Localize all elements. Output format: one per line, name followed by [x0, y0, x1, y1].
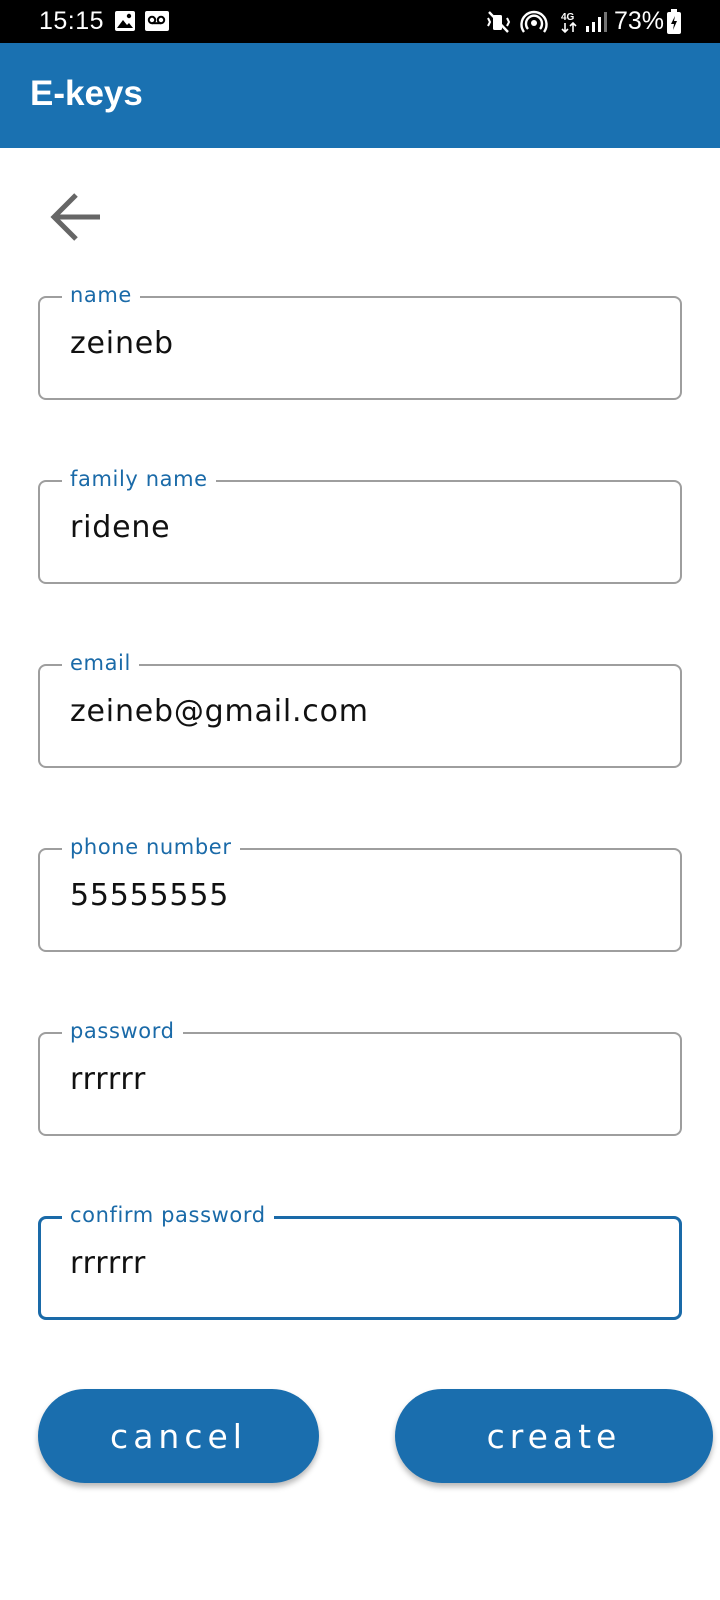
confirm-password-value[interactable]: rrrrrr — [70, 1246, 146, 1281]
family-name-field[interactable]: family name ridene — [38, 467, 682, 584]
app-title: E-keys — [30, 74, 143, 113]
arrow-left-icon — [48, 191, 104, 247]
name-field[interactable]: name zeineb — [38, 283, 682, 400]
email-label: email — [62, 651, 139, 675]
svg-text:4G: 4G — [561, 12, 575, 23]
name-label: name — [62, 283, 140, 307]
status-bar: 15:15 4G 73% — [0, 0, 720, 43]
battery-percentage: 73% — [614, 7, 665, 35]
hotspot-icon — [520, 10, 548, 41]
password-field[interactable]: password rrrrrr — [38, 1019, 682, 1136]
image-icon — [114, 10, 136, 39]
battery-icon — [666, 9, 682, 42]
network-4g-icon: 4G — [560, 10, 580, 41]
cancel-button[interactable]: cancel — [38, 1389, 319, 1483]
phone-number-label: phone number — [62, 835, 240, 859]
create-button[interactable]: create — [395, 1389, 713, 1483]
phone-number-value[interactable]: 55555555 — [70, 878, 229, 913]
app-bar: E-keys — [0, 43, 720, 148]
name-value[interactable]: zeineb — [70, 326, 174, 361]
password-label: password — [62, 1019, 183, 1043]
family-name-label: family name — [62, 467, 216, 491]
password-value[interactable]: rrrrrr — [70, 1062, 146, 1097]
status-time: 15:15 — [39, 7, 105, 35]
confirm-password-field[interactable]: confirm password rrrrrr — [38, 1203, 682, 1320]
signal-icon — [584, 10, 608, 41]
phone-number-field[interactable]: phone number 55555555 — [38, 835, 682, 952]
email-value[interactable]: zeineb@gmail.com — [70, 694, 369, 729]
email-field[interactable]: email zeineb@gmail.com — [38, 651, 682, 768]
mute-icon — [486, 10, 512, 41]
family-name-value[interactable]: ridene — [70, 510, 170, 545]
back-button[interactable] — [40, 183, 112, 255]
confirm-password-label: confirm password — [62, 1203, 274, 1227]
voicemail-icon — [144, 10, 170, 39]
